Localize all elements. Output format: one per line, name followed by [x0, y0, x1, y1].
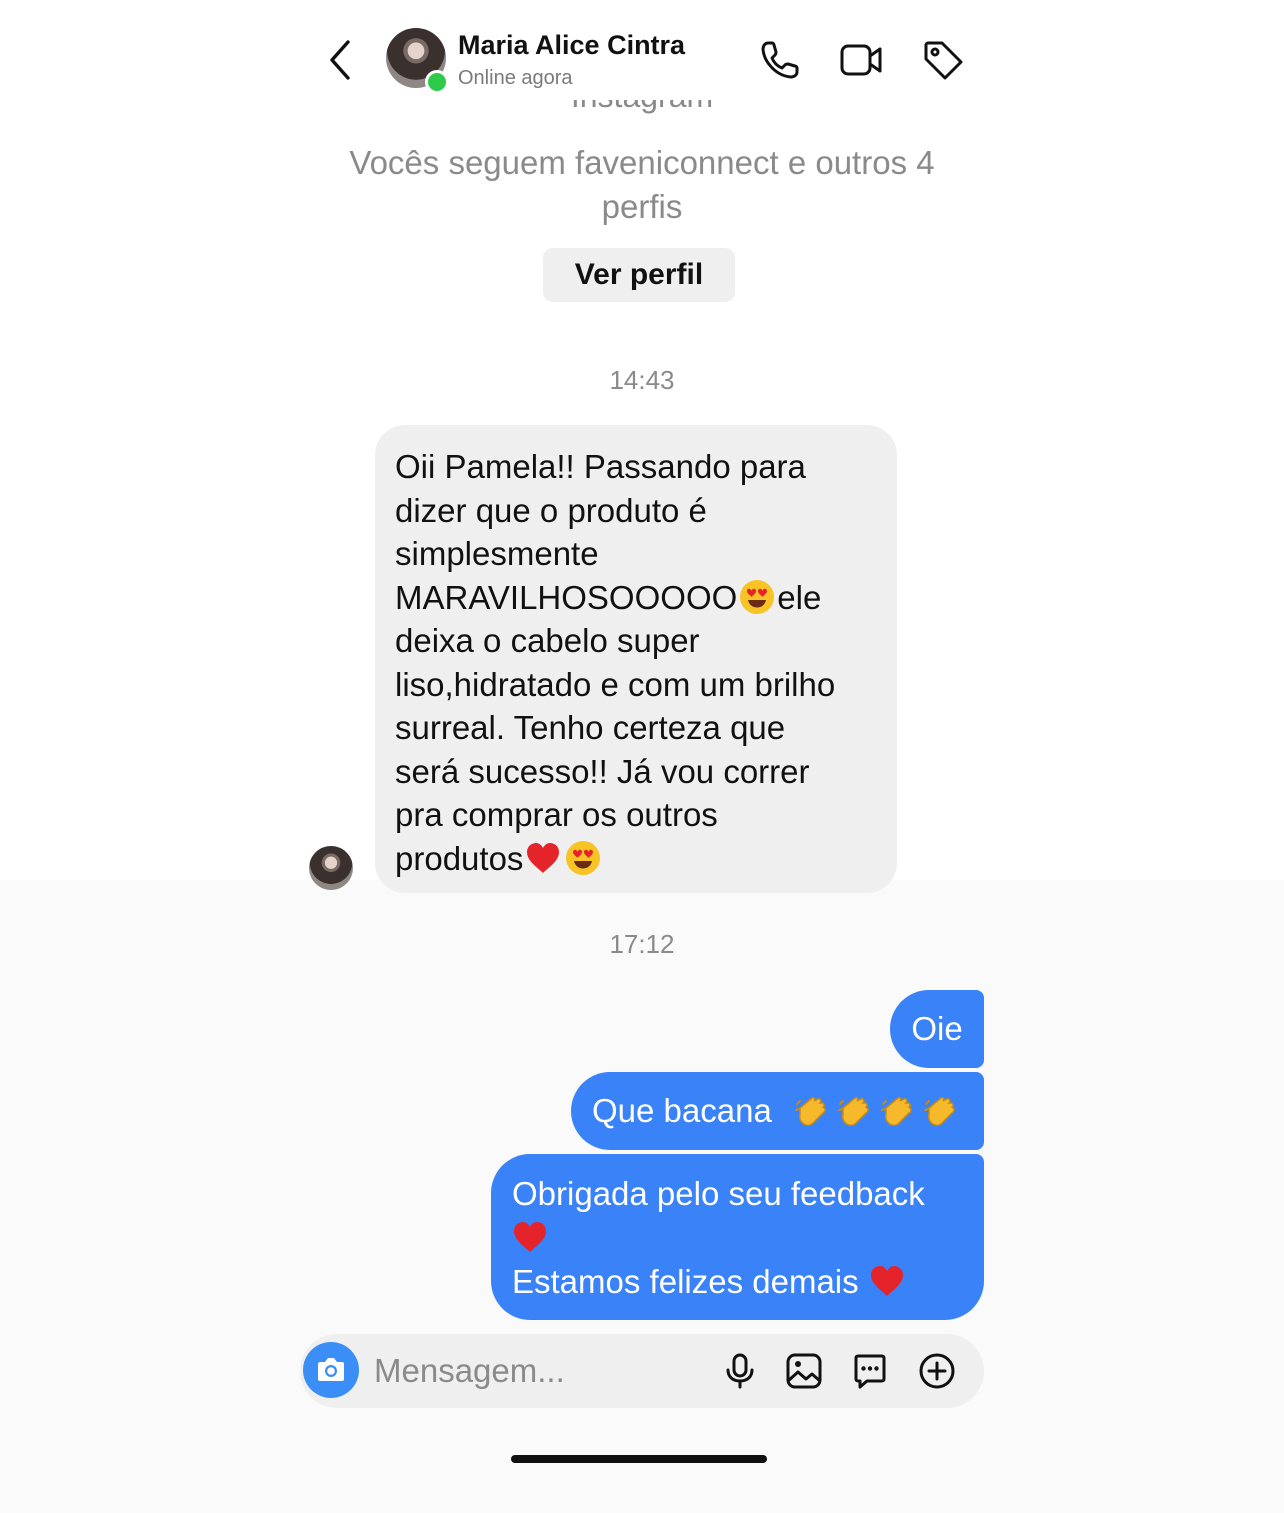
view-profile-button[interactable]: Ver perfil [543, 248, 735, 302]
message-line: liso,hidratado e com um brilho [395, 665, 836, 703]
chat-header: Maria Alice Cintra Online agora [0, 0, 1284, 100]
outgoing-message-bubble[interactable]: Oie [890, 990, 984, 1068]
back-button[interactable] [322, 38, 358, 82]
online-indicator [425, 70, 449, 94]
outgoing-message-bubble[interactable]: Obrigada pelo seu feedback Estamos feliz… [491, 1154, 984, 1320]
tag-button[interactable] [921, 38, 965, 82]
sticker-icon [854, 1354, 886, 1389]
camera-button[interactable] [303, 1342, 359, 1398]
message-text: Que bacana [592, 1092, 772, 1129]
add-icon [919, 1353, 955, 1389]
video-icon [840, 44, 882, 76]
video-call-button[interactable] [839, 38, 883, 82]
gallery-button[interactable] [785, 1352, 823, 1390]
message-text: MARAVILHOSOOOOO [395, 578, 738, 616]
message-line: pra comprar os outros [395, 796, 718, 833]
add-button[interactable] [918, 1352, 956, 1390]
message-line: surreal. Tenho certeza que [395, 709, 786, 746]
message-text: Estamos felizes demais [512, 1263, 859, 1300]
clapping-hands-emoji [837, 1097, 869, 1126]
red-heart-emoji [514, 1222, 546, 1252]
message-text: ele [777, 578, 822, 616]
sticker-button[interactable] [851, 1352, 889, 1390]
mutual-follows-line-1: Vocês seguem faveniconnect e outros 4 [349, 144, 935, 181]
clapping-hands-emoji [794, 1097, 826, 1126]
message-text: Obrigada pelo seu feedback [512, 1175, 925, 1212]
red-heart-emoji [870, 1266, 903, 1296]
sender-avatar[interactable] [309, 846, 353, 890]
message-line-with-emoji: Estamos felizes demais [512, 1260, 974, 1304]
message-line: dizer que o produto é [395, 491, 707, 529]
heart-eyes-emoji [740, 579, 775, 614]
gallery-icon [786, 1353, 822, 1389]
tag-icon [924, 41, 963, 80]
message-text: Oie [911, 1010, 963, 1047]
clapping-hands-emoji [880, 1097, 912, 1126]
message-text: produtos [395, 839, 524, 877]
back-icon [330, 40, 350, 80]
message-timestamp: 17:12 [609, 929, 675, 959]
message-line-with-emoji: MARAVILHOSOOOOO ele [395, 576, 887, 620]
phone-icon [761, 41, 799, 79]
home-indicator[interactable] [511, 1455, 767, 1463]
contact-name[interactable]: Maria Alice Cintra [458, 30, 685, 61]
incoming-message-bubble[interactable]: Oii Pamela!! Passando para dizer que o p… [375, 425, 897, 893]
message-line-with-emoji: produtos [395, 837, 887, 881]
mutual-follows-line-2: perfis [601, 188, 683, 225]
message-line: Oii Pamela!! Passando para [395, 448, 806, 485]
message-input[interactable] [374, 1346, 704, 1396]
voice-message-button[interactable] [721, 1352, 759, 1390]
red-heart-emoji [527, 842, 560, 873]
message-line-emoji [512, 1216, 974, 1260]
outgoing-message-bubble[interactable]: Que bacana [571, 1072, 984, 1150]
phone-button[interactable] [758, 38, 802, 82]
contact-status: Online agora [458, 67, 573, 89]
message-line: deixa o cabelo super [395, 622, 700, 659]
message-line: será sucesso!! Já vou correr [395, 752, 810, 790]
mutual-follows-text: Vocês seguem faveniconnect e outros 4 pe… [300, 141, 984, 229]
message-timestamp: 14:43 [609, 365, 675, 395]
heart-eyes-emoji [566, 840, 601, 875]
message-line: simplesmente [395, 535, 599, 572]
clapping-emojis [785, 1092, 957, 1129]
clapping-hands-emoji [923, 1097, 955, 1126]
camera-icon [318, 1358, 344, 1381]
microphone-icon [726, 1353, 754, 1389]
